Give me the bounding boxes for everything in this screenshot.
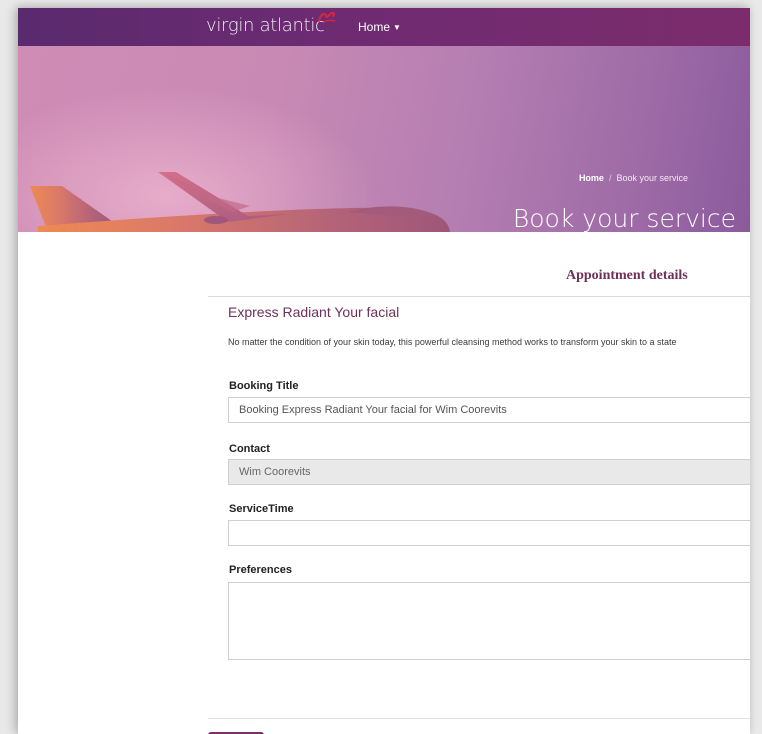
service-name: Express Radiant Your facial (228, 304, 400, 320)
form-footer-divider (208, 718, 750, 719)
section-title: Appointment details (566, 268, 688, 283)
breadcrumb: Home / Book your service (579, 173, 688, 183)
breadcrumb-separator: / (608, 173, 612, 183)
service-time-input[interactable] (228, 520, 750, 546)
contact-field[interactable]: Wim Coorevits (228, 459, 750, 485)
booking-title-input[interactable]: Booking Express Radiant Your facial for … (228, 397, 750, 423)
breadcrumb-current: Book your service (616, 173, 688, 183)
section-divider (208, 296, 750, 297)
preferences-label: Preferences (229, 564, 292, 576)
contact-label: Contact (229, 443, 270, 455)
virgin-signature-logo-icon (316, 10, 338, 29)
service-time-label: ServiceTime (229, 503, 294, 515)
top-navbar: virgin atlantic Home ▼ (18, 8, 750, 46)
hero-banner: Home / Book your service Book your service (18, 46, 750, 232)
booking-title-label: Booking Title (229, 380, 299, 392)
nav-home-label: Home (358, 20, 391, 34)
caret-down-icon: ▼ (393, 23, 401, 32)
nav-home-menu[interactable]: Home ▼ (358, 20, 401, 34)
airplane-image (30, 172, 450, 232)
brand-logo-text[interactable]: virgin atlantic (206, 15, 325, 36)
breadcrumb-home-link[interactable]: Home (579, 173, 604, 183)
browser-page: virgin atlantic Home ▼ Home / Book your … (18, 8, 750, 734)
preferences-textarea[interactable] (228, 582, 750, 660)
page-title: Book your service (512, 204, 736, 232)
service-description: No matter the condition of your skin tod… (228, 337, 677, 347)
